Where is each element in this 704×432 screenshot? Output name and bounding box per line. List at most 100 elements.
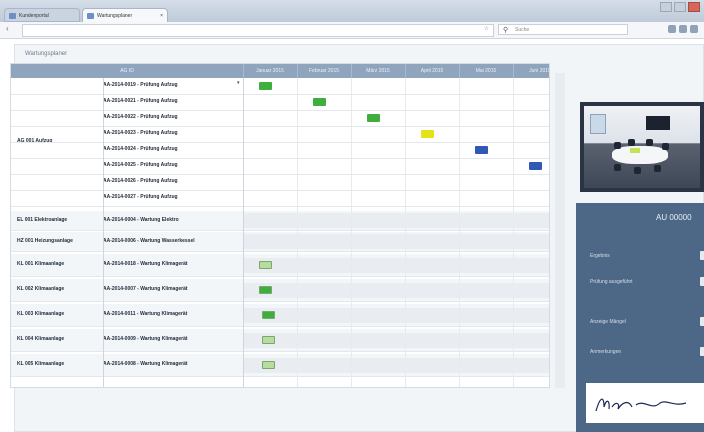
task-label: AA-2014-0018 - Wartung Klimagerät [103,261,188,267]
browser-tab-1[interactable]: Kundenportal [4,8,80,22]
asset-group-label: KL 005 Klimaanlage [17,361,65,367]
detail-field-input[interactable] [700,347,704,356]
app-title: Wartungsplaner [25,51,68,57]
header-month: Juni 2015 [529,68,550,74]
detail-field-label: Anzeige Mängel [590,319,626,325]
gantt-row[interactable]: KL 004 Klimaanlage AA-2014-0009 - Wartung… [11,329,549,352]
room-photo [580,102,704,192]
gantt-row[interactable]: AA-2014-0023 - Prüfung Aufzug [11,126,549,143]
gantt-task-bar[interactable] [261,361,275,369]
asset-group-label: HZ 001 Heizungsanlage [17,237,73,244]
gantt-task-bar[interactable] [259,82,273,90]
task-label: AA-2014-0025 - Prüfung Aufzug [103,162,178,168]
gantt-task-bar[interactable] [259,286,273,294]
gantt-task-bar[interactable] [261,311,275,319]
task-label: AA-2014-0026 - Prüfung Aufzug [103,178,178,184]
download-icon[interactable] [668,25,676,33]
detail-field-input[interactable] [700,317,704,326]
timeline-track [243,257,549,273]
gantt-task-bar[interactable] [313,98,327,106]
gantt-row[interactable]: EL 001 Elektroanlage AA-2014-0004 - Wartu… [11,211,549,231]
maximize-button[interactable] [674,2,686,12]
task-label: AA-2014-0027 - Prüfung Aufzug [103,194,178,200]
task-label: AA-2014-0019 - Prüfung Aufzug [103,82,178,88]
header-month: Mai 2015 [475,68,497,74]
detail-field-input[interactable] [700,251,704,260]
gantt-task-bar[interactable] [475,146,489,154]
task-label: AA-2014-0011 - Wartung Klimagerät [103,311,188,317]
timeline-track [243,234,549,249]
timeline-track [243,332,549,348]
task-label: AA-2014-0021 - Prüfung Aufzug [103,98,178,104]
tab-favicon-icon [87,13,94,19]
gantt-grid: AG ID Januar 2015 Februar 2015 März 2015 Apr… [10,63,550,388]
timeline-track [243,307,549,323]
browser-search-input[interactable]: ⚲ Suche [498,24,628,35]
row-dropdown-icon[interactable]: ▾ [237,80,240,86]
address-bar-row: ‹ ☆ ⚲ Suche [0,22,704,39]
task-label: AA-2014-0007 - Wartung Klimagerät [103,286,188,292]
signature-image [595,398,687,412]
url-field[interactable]: ☆ [22,24,494,37]
header-month: April 2015 [420,68,444,74]
gantt-task-bar[interactable] [261,336,275,344]
tab-favicon-icon [9,13,16,19]
detail-field-label: Prüfung ausgeführt [590,279,633,285]
header-month: Februar 2015 [308,68,340,74]
gantt-task-bar[interactable] [367,114,381,122]
back-arrow-icon[interactable]: ‹ [6,24,9,33]
browser-tab-2[interactable]: Wartungsplaner × [82,8,168,22]
gantt-row[interactable]: AA-2014-0022 - Prüfung Aufzug [11,110,549,127]
bookmark-star-icon[interactable]: ☆ [484,25,489,32]
gantt-row[interactable]: KL 002 Klimaanlage AA-2014-0007 - Wartung… [11,279,549,302]
browser-toolbar-icons [668,25,698,33]
task-label: AA-2014-0023 - Prüfung Aufzug [103,130,178,136]
gantt-row[interactable]: KL 005 Klimaanlage AA-2014-0008 - Wartung… [11,354,549,377]
gantt-task-bar[interactable] [421,130,435,138]
close-window-button[interactable] [688,2,700,12]
gantt-row[interactable]: AA-2014-0025 - Prüfung Aufzug [11,158,549,175]
gantt-row[interactable]: AA-2014-0021 - Prüfung Aufzug [11,94,549,111]
detail-field-label: Ergebnis [590,253,610,259]
header-id-column: AG ID [120,68,134,74]
gantt-header: AG ID Januar 2015 Februar 2015 März 2015 Apr… [11,64,550,78]
panel-splitter[interactable] [555,73,565,388]
search-engine-icon: ⚲ [503,27,509,34]
asset-group-label: KL 001 Klimaanlage [17,261,65,267]
home-icon[interactable] [679,25,687,33]
asset-group-label: EL 001 Elektroanlage [17,216,68,223]
detail-field-input[interactable] [700,277,704,286]
detail-id: AU 00000 [656,213,692,222]
task-label: AA-2014-0022 - Prüfung Aufzug [103,114,178,120]
gantt-row[interactable]: AA-2014-0026 - Prüfung Aufzug [11,174,549,191]
browser-titlebar: Kundenportal Wartungsplaner × [0,0,704,22]
meeting-room-image [584,106,700,188]
gantt-row[interactable]: AG 001 Aufzug AA-2014-0019 - Prüfung Aufz… [11,78,549,144]
gantt-row[interactable]: HZ 001 Heizungsanlage AA-2014-0006 - Wart… [11,232,549,252]
asset-group-label: KL 002 Klimaanlage [17,286,65,292]
search-placeholder: Suche [515,27,530,33]
gantt-row[interactable]: AA-2014-0024 - Prüfung Aufzug [11,142,549,159]
detail-pane: AU 00000 Ergebnis Prüfung ausgeführt Anzei… [568,87,704,432]
task-label: AA-2014-0024 - Prüfung Aufzug [103,146,178,152]
timeline-track [243,357,549,373]
task-label: AA-2014-0009 - Wartung Klimagerät [103,336,188,342]
task-label: AA-2014-0008 - Wartung Klimagerät [103,361,188,367]
timeline-track [243,213,549,228]
gantt-task-bar[interactable] [259,261,273,269]
browser-tab-label: Wartungsplaner [97,13,133,19]
browser-tab-label: Kundenportal [19,13,49,19]
menu-icon[interactable] [690,25,698,33]
gantt-row[interactable]: AA-2014-0027 - Prüfung Aufzug [11,190,549,207]
gantt-row[interactable]: KL 001 Klimaanlage AA-2014-0018 - Wartung… [11,254,549,277]
signature-box [586,383,704,423]
window-controls [660,2,700,12]
gantt-task-bar[interactable] [529,162,543,170]
close-tab-icon[interactable]: × [160,9,163,23]
detail-field-label: Anmerkungen [590,349,622,355]
minimize-button[interactable] [660,2,672,12]
task-label: AA-2014-0006 - Wartung Wasserkessel [103,237,195,244]
timeline-track [243,282,549,298]
header-month: Januar 2015 [256,68,284,74]
gantt-row[interactable]: KL 003 Klimaanlage AA-2014-0011 - Wartung… [11,304,549,327]
